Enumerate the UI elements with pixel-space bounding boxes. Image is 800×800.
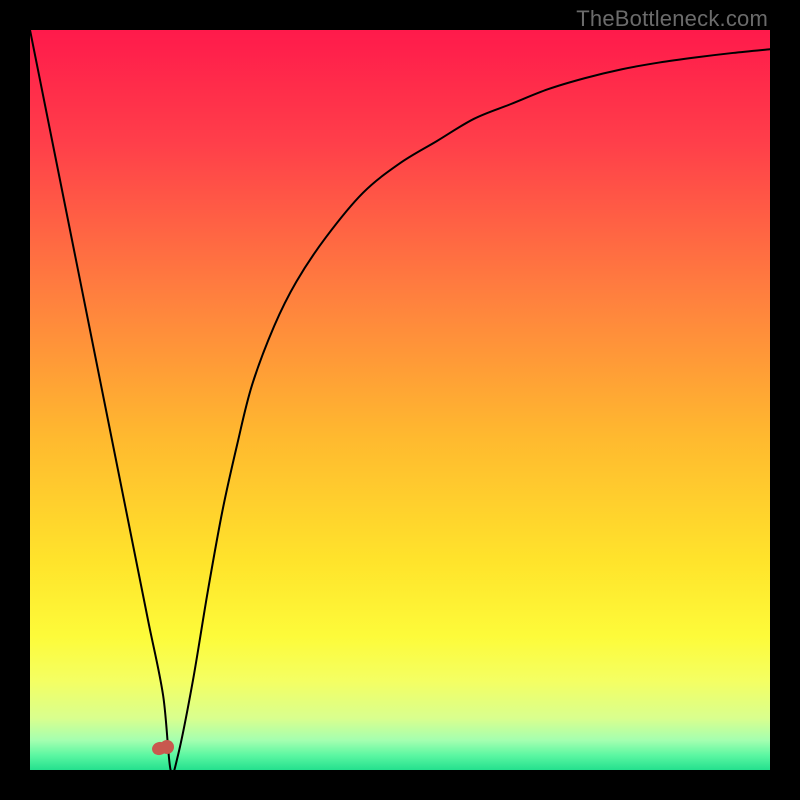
watermark-text: TheBottleneck.com [576, 6, 768, 32]
chart-frame: TheBottleneck.com [0, 0, 800, 800]
bottleneck-curve [30, 30, 770, 770]
plot-area [30, 30, 770, 770]
